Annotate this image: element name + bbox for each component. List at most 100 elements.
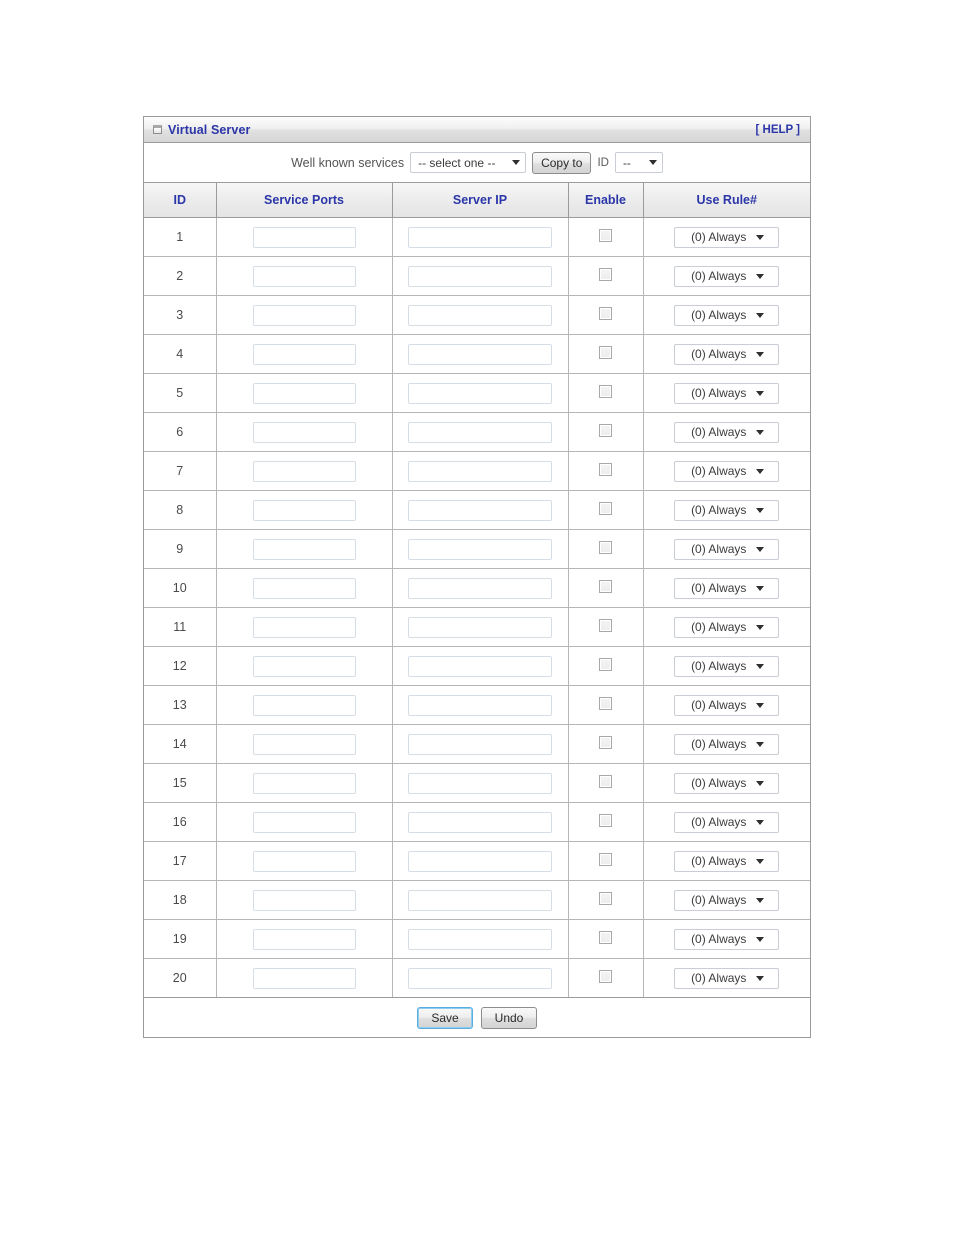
server-ip-input[interactable] bbox=[408, 733, 552, 755]
server-ip-input[interactable] bbox=[408, 694, 552, 716]
server-ip-input[interactable] bbox=[408, 343, 552, 365]
copy-to-id-select[interactable]: -- bbox=[614, 152, 663, 173]
server-ip-input[interactable] bbox=[408, 226, 552, 248]
service-ports-input[interactable] bbox=[252, 226, 356, 248]
server-ip-input[interactable] bbox=[408, 538, 552, 560]
use-rule-select[interactable]: (0) Always bbox=[674, 304, 780, 326]
use-rule-select[interactable]: (0) Always bbox=[674, 616, 780, 638]
enable-checkbox[interactable] bbox=[599, 502, 612, 515]
enable-checkbox[interactable] bbox=[599, 541, 612, 554]
service-ports-input[interactable] bbox=[252, 811, 356, 833]
use-rule-select[interactable]: (0) Always bbox=[674, 811, 780, 833]
service-ports-input[interactable] bbox=[252, 928, 356, 950]
service-ports-input[interactable] bbox=[252, 655, 356, 677]
service-ports-input[interactable] bbox=[252, 577, 356, 599]
enable-checkbox[interactable] bbox=[599, 775, 612, 788]
enable-checkbox[interactable] bbox=[599, 697, 612, 710]
use-rule-select[interactable]: (0) Always bbox=[674, 655, 780, 677]
copy-to-button[interactable]: Copy to bbox=[532, 151, 592, 174]
service-ports-input[interactable] bbox=[252, 499, 356, 521]
service-ports-input[interactable] bbox=[252, 967, 356, 989]
service-ports-input[interactable] bbox=[252, 694, 356, 716]
use-rule-select[interactable]: (0) Always bbox=[674, 421, 780, 443]
enable-cell bbox=[568, 919, 644, 959]
use-rule-select[interactable]: (0) Always bbox=[674, 343, 780, 365]
service-ports-input[interactable] bbox=[252, 304, 356, 326]
undo-button[interactable]: Undo bbox=[481, 1006, 537, 1029]
server-ip-input[interactable] bbox=[408, 655, 552, 677]
service-ports-input[interactable] bbox=[252, 772, 356, 794]
enable-checkbox[interactable] bbox=[599, 619, 612, 632]
use-rule-select[interactable]: (0) Always bbox=[674, 226, 780, 248]
enable-checkbox[interactable] bbox=[599, 736, 612, 749]
save-button[interactable]: Save bbox=[417, 1006, 473, 1029]
service-ports-input[interactable] bbox=[252, 421, 356, 443]
server-ip-input[interactable] bbox=[408, 460, 552, 482]
use-rule-select[interactable]: (0) Always bbox=[674, 577, 780, 599]
server-ip-input[interactable] bbox=[408, 304, 552, 326]
service-ports-input[interactable] bbox=[252, 538, 356, 560]
enable-cell bbox=[568, 685, 644, 725]
table-row: 5 (0) Always bbox=[144, 373, 810, 413]
server-ip-input[interactable] bbox=[408, 421, 552, 443]
server-ip-input[interactable] bbox=[408, 928, 552, 950]
row-id: 2 bbox=[144, 256, 217, 296]
enable-checkbox[interactable] bbox=[599, 268, 612, 281]
enable-checkbox[interactable] bbox=[599, 853, 612, 866]
server-ip-input[interactable] bbox=[408, 811, 552, 833]
use-rule-select[interactable]: (0) Always bbox=[674, 889, 780, 911]
service-ports-input[interactable] bbox=[252, 733, 356, 755]
enable-checkbox[interactable] bbox=[599, 931, 612, 944]
server-ip-input[interactable] bbox=[408, 265, 552, 287]
use-rule-select[interactable]: (0) Always bbox=[674, 928, 780, 950]
service-ports-input[interactable] bbox=[252, 343, 356, 365]
enable-checkbox[interactable] bbox=[599, 307, 612, 320]
use-rule-select-value: (0) Always bbox=[691, 659, 747, 673]
service-ports-cell bbox=[216, 880, 393, 920]
enable-checkbox[interactable] bbox=[599, 385, 612, 398]
use-rule-select[interactable]: (0) Always bbox=[674, 772, 780, 794]
use-rule-select[interactable]: (0) Always bbox=[674, 382, 780, 404]
well-known-services-select[interactable]: -- select one -- bbox=[410, 152, 527, 173]
enable-checkbox[interactable] bbox=[599, 814, 612, 827]
service-ports-input[interactable] bbox=[252, 460, 356, 482]
enable-checkbox[interactable] bbox=[599, 424, 612, 437]
use-rule-select[interactable]: (0) Always bbox=[674, 967, 780, 989]
panel-title-group: Virtual Server bbox=[153, 123, 755, 137]
chevron-down-icon bbox=[756, 585, 765, 591]
server-ip-input[interactable] bbox=[408, 382, 552, 404]
service-ports-input[interactable] bbox=[252, 850, 356, 872]
server-ip-input[interactable] bbox=[408, 889, 552, 911]
server-ip-input[interactable] bbox=[408, 616, 552, 638]
use-rule-select[interactable]: (0) Always bbox=[674, 733, 780, 755]
service-ports-input[interactable] bbox=[252, 616, 356, 638]
enable-checkbox[interactable] bbox=[599, 463, 612, 476]
enable-checkbox[interactable] bbox=[599, 580, 612, 593]
enable-checkbox[interactable] bbox=[599, 970, 612, 983]
server-ip-input[interactable] bbox=[408, 577, 552, 599]
use-rule-select-value: (0) Always bbox=[691, 464, 747, 478]
enable-cell bbox=[568, 295, 644, 335]
use-rule-select[interactable]: (0) Always bbox=[674, 460, 780, 482]
use-rule-select[interactable]: (0) Always bbox=[674, 499, 780, 521]
use-rule-select[interactable]: (0) Always bbox=[674, 538, 780, 560]
table-row: 11 (0) Always bbox=[144, 607, 810, 647]
service-ports-input[interactable] bbox=[252, 265, 356, 287]
enable-checkbox[interactable] bbox=[599, 229, 612, 242]
use-rule-select[interactable]: (0) Always bbox=[674, 265, 780, 287]
server-ip-input[interactable] bbox=[408, 772, 552, 794]
server-ip-input[interactable] bbox=[408, 967, 552, 989]
enable-checkbox[interactable] bbox=[599, 892, 612, 905]
server-ip-input[interactable] bbox=[408, 850, 552, 872]
enable-checkbox[interactable] bbox=[599, 346, 612, 359]
server-ip-input[interactable] bbox=[408, 499, 552, 521]
use-rule-select[interactable]: (0) Always bbox=[674, 850, 780, 872]
chevron-down-icon bbox=[648, 160, 657, 165]
enable-checkbox[interactable] bbox=[599, 658, 612, 671]
service-ports-input[interactable] bbox=[252, 382, 356, 404]
use-rule-select[interactable]: (0) Always bbox=[674, 694, 780, 716]
help-link[interactable]: [ HELP ] bbox=[755, 124, 800, 136]
service-ports-input[interactable] bbox=[252, 889, 356, 911]
enable-cell bbox=[568, 256, 644, 296]
service-ports-cell bbox=[216, 256, 393, 296]
